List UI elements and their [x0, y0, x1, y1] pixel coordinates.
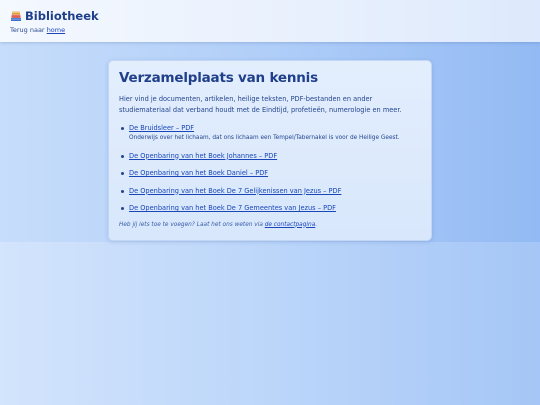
back-navigation: Terug naar home: [10, 26, 530, 34]
books-icon: [11, 11, 21, 21]
site-title: Bibliotheek: [25, 9, 99, 23]
contact-link[interactable]: de contactpagina: [265, 222, 316, 228]
document-link-daniel[interactable]: De Openbaring van het Boek Daniel – PDF: [129, 169, 268, 177]
footer-prefix: Heb jij iets toe te voegen? Laat het ons…: [119, 221, 265, 228]
brand: Bibliotheek: [10, 9, 530, 23]
document-link-johannes[interactable]: De Openbaring van het Boek Johannes – PD…: [129, 152, 277, 160]
list-item: De Openbaring van het Boek Daniel – PDF: [119, 169, 421, 178]
list-item: De Openbaring van het Boek De 7 Gelijken…: [119, 187, 421, 196]
document-description: Onderwijs over het lichaam, dat ons lich…: [129, 135, 400, 141]
home-link[interactable]: home: [47, 26, 65, 34]
page-background-bottom: [0, 242, 540, 405]
document-link-gemeentes[interactable]: De Openbaring van het Boek De 7 Gemeente…: [129, 204, 336, 212]
footer-suffix: .: [315, 221, 318, 228]
list-item: De Openbaring van het Boek Johannes – PD…: [119, 152, 421, 161]
document-list: De Bruidsleer – PDF Onderwijs over het l…: [119, 124, 421, 213]
document-link-gelijkenissen[interactable]: De Openbaring van het Boek De 7 Gelijken…: [129, 187, 341, 195]
footer-note: Heb jij iets toe te voegen? Laat het ons…: [119, 222, 421, 228]
back-prefix: Terug naar: [10, 26, 47, 34]
document-link-bruidsleer[interactable]: De Bruidsleer – PDF: [129, 124, 194, 132]
site-header: Bibliotheek Terug naar home: [0, 0, 540, 42]
page-title: Verzamelplaats van kennis: [119, 70, 318, 86]
intro-text: Hier vind je documenten, artikelen, heil…: [119, 95, 402, 114]
list-item: De Openbaring van het Boek De 7 Gemeente…: [119, 204, 421, 213]
content-card: Verzamelplaats van kennis Hier vind je d…: [108, 60, 432, 241]
list-item: De Bruidsleer – PDF Onderwijs over het l…: [119, 124, 421, 143]
